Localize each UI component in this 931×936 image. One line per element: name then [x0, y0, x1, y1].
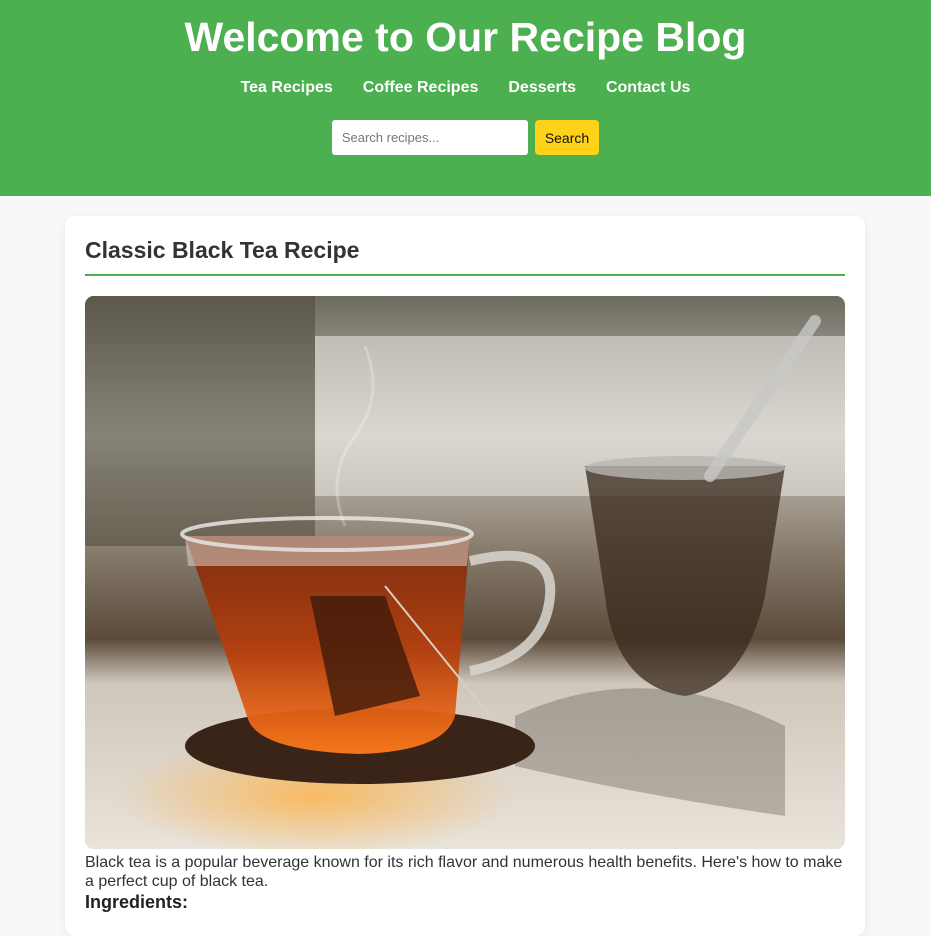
recipe-card: Classic Black Tea Recipe Black tea is a … — [65, 216, 865, 936]
search-button[interactable]: Search — [534, 120, 600, 155]
recipe-intro: Black tea is a popular beverage known fo… — [85, 854, 843, 890]
search-bar: Search — [331, 120, 600, 155]
recipe-photo — [85, 296, 845, 849]
nav-link-desserts[interactable]: Desserts — [508, 78, 576, 98]
ingredients-heading: Ingredients: — [85, 892, 189, 912]
tea-cup-illustration — [85, 296, 845, 849]
nav-link-coffee-recipes[interactable]: Coffee Recipes — [363, 78, 479, 98]
recipe-title: Classic Black Tea Recipe — [85, 236, 845, 276]
nav-link-contact-us[interactable]: Contact Us — [606, 78, 690, 98]
nav-link-tea-recipes[interactable]: Tea Recipes — [241, 78, 333, 98]
site-header: Welcome to Our Recipe Blog Tea Recipes C… — [0, 0, 931, 196]
search-input[interactable] — [331, 120, 528, 155]
main-nav: Tea Recipes Coffee Recipes Desserts Cont… — [241, 78, 691, 98]
site-title: Welcome to Our Recipe Blog — [184, 14, 747, 60]
